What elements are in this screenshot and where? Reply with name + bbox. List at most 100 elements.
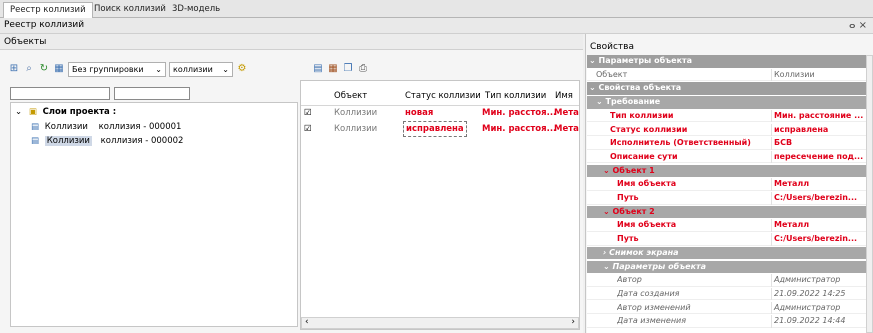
column-header-object[interactable]: Объект [334, 88, 367, 104]
property-value[interactable]: C:/Users/berezin... [771, 233, 866, 246]
property-value[interactable]: C:/Users/berezin... [771, 192, 866, 205]
property-name: ⌄ Свойства объекта [589, 82, 859, 95]
property-value[interactable]: 21.09.2022 14:44 [771, 315, 866, 328]
tab-collision-registry[interactable]: Реестр коллизий [3, 2, 93, 18]
grid-layout-icon[interactable]: ▦ [327, 63, 339, 75]
property-row[interactable]: Путь C:/Users/berezin... [587, 192, 866, 205]
column-header-type[interactable]: Тип коллизии [485, 88, 546, 104]
property-value[interactable]: Администратор [771, 301, 866, 315]
window-controls[interactable]: ⴰ × [849, 18, 867, 33]
property-name: Статус коллизии [610, 124, 769, 137]
collision-icon: ▤ [31, 136, 40, 146]
property-name: Автор [617, 274, 769, 287]
chevron-right-icon[interactable]: › [571, 317, 575, 327]
checkbox[interactable]: ☑ [304, 121, 312, 137]
property-label: Тип коллизии [610, 110, 674, 120]
tree-item[interactable]: ▤ Коллизии коллизия - 000001 [31, 120, 181, 134]
cell-status[interactable]: исправлена [403, 121, 467, 137]
property-label: Объект 2 [612, 206, 655, 216]
property-row[interactable]: Имя объекта Металл [587, 178, 866, 191]
property-row[interactable]: Имя объекта Металл [587, 219, 866, 232]
type-value: коллизии [173, 64, 213, 74]
table-row[interactable]: ☑ Коллизии новая Мин. расстоя... Мета [304, 105, 579, 121]
property-label: Объект [596, 69, 628, 79]
column-header-name[interactable]: Имя [555, 88, 573, 104]
tree-item[interactable]: ▤ Коллизии коллизия - 000002 [31, 134, 183, 148]
property-value[interactable]: Мин. расстояние ... [771, 109, 866, 123]
property-row[interactable]: Статус коллизии исправлена [587, 123, 866, 137]
property-row[interactable]: ⌄ Объект 1 [587, 164, 866, 178]
property-value[interactable]: БСВ [771, 137, 866, 150]
export-icon[interactable]: ❐ [342, 63, 354, 75]
columns-icon[interactable]: ▤ [312, 63, 324, 75]
property-label: Требование [605, 97, 661, 107]
chevron-down-icon[interactable]: ⌄ [603, 207, 613, 216]
property-value[interactable]: Металл [771, 178, 866, 191]
property-name: Дата изменения [617, 315, 769, 328]
property-name: ⌄ Объект 2 [603, 206, 873, 219]
property-label: Дата создания [617, 288, 680, 298]
property-row[interactable]: Исполнитель (Ответственный) БСВ [587, 137, 866, 150]
property-label: Путь [617, 234, 639, 244]
grid-toolbar: ▤ ▦ ❐ ⎙ [312, 60, 369, 78]
chevron-down-icon[interactable]: ⌄ [596, 97, 606, 106]
property-row[interactable]: Объект Коллизии [587, 68, 866, 82]
property-row[interactable]: ⌄ Требование [587, 96, 866, 109]
property-value[interactable]: Администратор [771, 274, 866, 287]
chevron-down-icon[interactable]: ⌄ [603, 262, 613, 271]
property-name: Путь [617, 192, 769, 205]
chevron-down-icon[interactable]: ⌄ [603, 166, 613, 175]
vertical-scrollbar[interactable] [866, 55, 873, 333]
collision-grid: Объект Статус коллизии Тип коллизии Имя … [300, 80, 580, 330]
property-value[interactable]: Металл [771, 219, 866, 232]
property-row[interactable]: ⌄ Параметры объекта [587, 55, 866, 68]
property-row[interactable]: Описание сути пересечение под... [587, 150, 866, 164]
property-row[interactable]: ⌄ Параметры объекта [587, 260, 866, 273]
property-label: Параметры объекта [598, 56, 693, 65]
chevron-left-icon[interactable]: ‹ [305, 317, 309, 327]
property-row[interactable]: ⌄ Свойства объекта [587, 82, 866, 95]
property-value[interactable]: Коллизии [771, 68, 866, 82]
property-name: Путь [617, 233, 769, 246]
collision-icon: ▤ [31, 122, 40, 132]
property-row[interactable]: Путь C:/Users/berezin... [587, 233, 866, 246]
table-icon[interactable]: ▦ [53, 63, 65, 75]
refresh-icon[interactable]: ↻ [38, 63, 50, 75]
tree-root[interactable]: ⌄ ▣ Слои проекта : [15, 105, 116, 119]
property-name: Тип коллизии [610, 110, 769, 123]
print-icon[interactable]: ⎙ [357, 63, 369, 75]
property-value[interactable]: исправлена [771, 123, 866, 136]
property-label: Автор [617, 275, 642, 285]
hierarchy-icon[interactable]: ⊞ [8, 63, 20, 75]
layers-icon: ▣ [28, 107, 37, 117]
property-label: Исполнитель (Ответственный) [610, 138, 751, 148]
property-row[interactable]: ⌄ Объект 2 [587, 205, 866, 219]
type-select[interactable]: коллизии ⌄ [169, 61, 233, 77]
filter-field-2[interactable] [114, 87, 190, 100]
chevron-down-icon[interactable]: ⌄ [589, 56, 599, 65]
checkbox[interactable]: ☑ [304, 105, 312, 121]
tab-3d-model[interactable]: 3D-модель [166, 2, 226, 18]
filter-field-1[interactable] [10, 87, 110, 100]
property-value[interactable]: пересечение под... [771, 150, 866, 164]
find-icon[interactable]: ⌕ [23, 63, 35, 75]
property-row[interactable]: Автор Администратор [587, 274, 866, 287]
property-label: Автор изменений [617, 302, 691, 312]
property-row[interactable]: Автор изменений Администратор [587, 301, 866, 315]
grouping-select[interactable]: Без группировки ⌄ [68, 61, 166, 77]
chevron-down-icon: ⌄ [155, 64, 162, 74]
chevron-down-icon[interactable]: ⌄ [15, 107, 22, 117]
filter-settings-icon[interactable]: ⚙ [236, 63, 248, 75]
property-label: Снимок экрана [609, 247, 679, 257]
property-row[interactable]: Дата изменения 21.09.2022 14:44 [587, 315, 866, 328]
tab-collision-search[interactable]: Поиск коллизий [88, 2, 172, 18]
table-row[interactable]: ☑ Коллизии исправлена Мин. расстоя... Ме… [304, 121, 579, 137]
property-value[interactable]: 21.09.2022 14:25 [771, 287, 866, 301]
chevron-down-icon[interactable]: ⌄ [589, 83, 599, 92]
property-row[interactable]: Дата создания 21.09.2022 14:25 [587, 287, 866, 301]
column-header-status[interactable]: Статус коллизии [405, 88, 481, 104]
horizontal-scrollbar[interactable]: ‹ › [301, 317, 579, 329]
property-row[interactable]: › Снимок экрана [587, 246, 866, 260]
property-name: ⌄ Параметры объекта [589, 55, 859, 68]
property-row[interactable]: Тип коллизии Мин. расстояние ... [587, 109, 866, 123]
